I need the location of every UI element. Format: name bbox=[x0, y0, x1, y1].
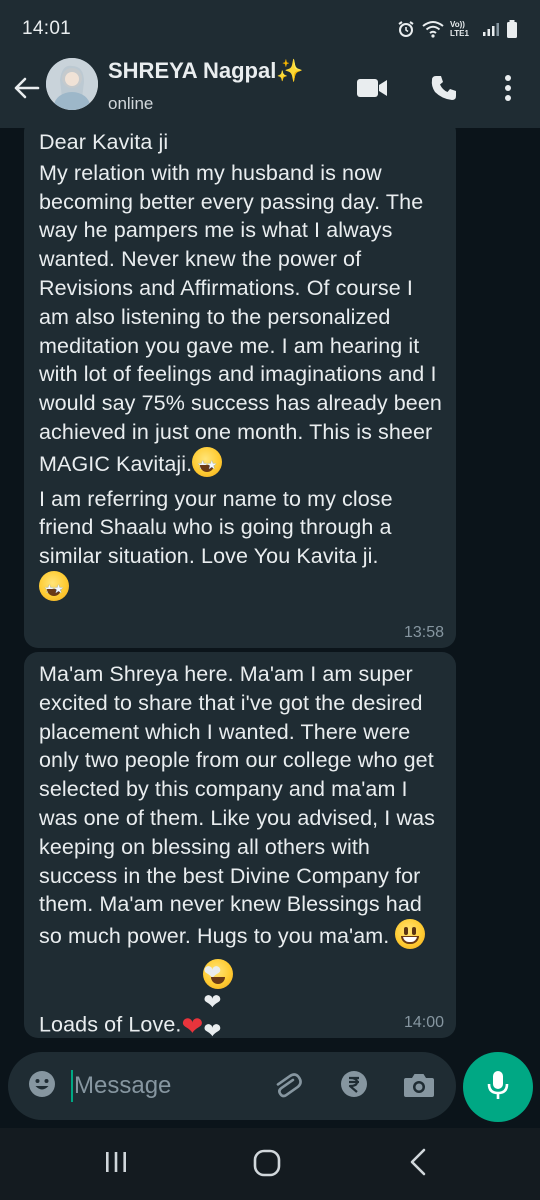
status-time: 14:01 bbox=[22, 18, 72, 39]
star-struck-emoji-icon bbox=[192, 446, 223, 480]
contact-name[interactable]: SHREYA Nagpal✨ bbox=[108, 58, 304, 84]
voice-call-button[interactable] bbox=[426, 72, 462, 108]
message-paragraph: My relation with my husband is now becom… bbox=[39, 160, 442, 476]
message-paragraph: Ma'am Shreya here. Ma'am I am super exci… bbox=[39, 662, 435, 949]
emoji-icon bbox=[27, 1069, 57, 1104]
more-vertical-icon bbox=[504, 74, 512, 107]
recent-apps-button[interactable] bbox=[100, 1150, 132, 1178]
more-options-button[interactable] bbox=[490, 70, 526, 110]
text-caret bbox=[71, 1070, 73, 1102]
recent-apps-icon bbox=[103, 1150, 129, 1179]
message-time: 14:00 bbox=[403, 1014, 444, 1031]
message-text: Dear Kavita ji My relation with my husba… bbox=[39, 128, 442, 604]
smiling-face-with-hearts-emoji-icon: ❤❤❤ bbox=[203, 958, 234, 1043]
star-struck-emoji-icon bbox=[39, 570, 69, 604]
message-paragraph: Loads of Love. bbox=[39, 1012, 182, 1037]
signal-icon bbox=[482, 21, 500, 37]
message-input[interactable] bbox=[74, 1068, 254, 1104]
video-camera-icon bbox=[356, 77, 388, 104]
status-bar: 14:01 Vo)) LTE1 bbox=[0, 0, 540, 58]
message-paragraph-wrap: My relation with my husband is now becom… bbox=[39, 159, 442, 480]
home-button[interactable] bbox=[252, 1149, 282, 1182]
grinning-face-emoji-icon bbox=[395, 919, 426, 950]
message-paragraph-wrap: Ma'am Shreya here. Ma'am I am super exci… bbox=[39, 660, 442, 951]
status-icons: Vo)) LTE1 bbox=[396, 19, 518, 39]
chat-area[interactable]: Dear Kavita ji My relation with my husba… bbox=[0, 128, 540, 1050]
chevron-left-icon bbox=[408, 1148, 428, 1181]
attach-button[interactable] bbox=[270, 1070, 304, 1104]
message-paragraph-wrap: Loads of Love.❤ ❤❤❤ bbox=[39, 958, 442, 1043]
wifi-icon bbox=[422, 20, 444, 38]
phone-icon bbox=[430, 74, 458, 107]
home-icon bbox=[253, 1149, 281, 1182]
message-bubble[interactable]: Dear Kavita ji My relation with my husba… bbox=[24, 128, 456, 648]
system-nav-bar bbox=[0, 1128, 540, 1200]
contact-status: online bbox=[108, 94, 154, 113]
emoji-button[interactable] bbox=[26, 1070, 58, 1102]
message-paragraph: I am referring your name to my close fri… bbox=[39, 486, 393, 569]
paperclip-icon bbox=[272, 1070, 302, 1105]
message-text: Ma'am Shreya here. Ma'am I am super exci… bbox=[39, 652, 442, 1043]
message-paragraph-wrap: I am referring your name to my close fri… bbox=[39, 485, 442, 604]
red-heart-emoji-icon: ❤ bbox=[181, 1010, 204, 1041]
back-button[interactable] bbox=[8, 72, 44, 108]
microphone-icon bbox=[486, 1069, 510, 1106]
rupee-icon bbox=[339, 1069, 369, 1104]
message-paragraph: Dear Kavita ji bbox=[39, 130, 169, 154]
avatar[interactable] bbox=[46, 58, 98, 110]
video-call-button[interactable] bbox=[354, 72, 390, 108]
chat-header: SHREYA Nagpal✨ online bbox=[0, 58, 540, 128]
alarm-icon bbox=[396, 19, 416, 39]
composer bbox=[0, 1050, 540, 1126]
arrow-left-icon bbox=[12, 76, 40, 105]
nav-back-button[interactable] bbox=[402, 1148, 434, 1180]
message-time: 13:58 bbox=[403, 624, 444, 641]
camera-icon bbox=[403, 1071, 435, 1104]
message-box[interactable] bbox=[8, 1052, 456, 1120]
message-bubble[interactable]: Ma'am Shreya here. Ma'am I am super exci… bbox=[24, 652, 456, 1043]
battery-icon bbox=[506, 19, 518, 39]
payment-button[interactable] bbox=[338, 1070, 370, 1102]
camera-button[interactable] bbox=[402, 1070, 436, 1104]
network-label: Vo)) LTE1 bbox=[450, 20, 469, 38]
voice-message-button[interactable] bbox=[463, 1052, 533, 1122]
